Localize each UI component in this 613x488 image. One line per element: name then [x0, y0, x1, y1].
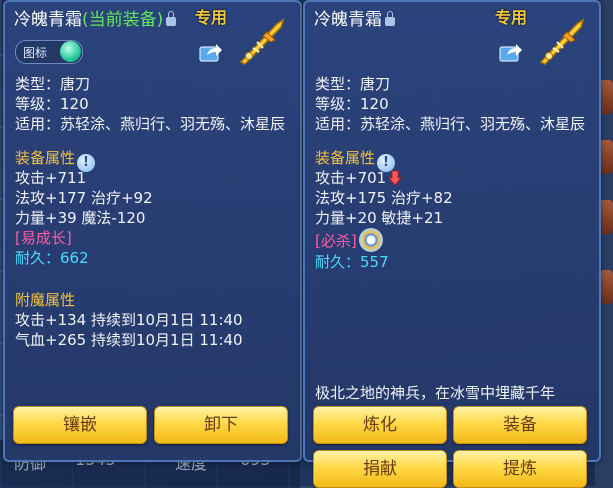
- item-details: 类型：唐刀 等级：120 适用：苏轻涂、燕归行、羽无殇、沐星辰 装备属性! 攻击…: [15, 74, 294, 350]
- attr-line: 攻击+701: [315, 168, 593, 188]
- attr-section-title: 装备属性!: [315, 148, 593, 172]
- toggle-knob-icon: [60, 41, 81, 62]
- type-line: 类型：唐刀: [315, 75, 391, 93]
- golden-sword-icon: [539, 18, 585, 65]
- enchant-line: 气血+265 持续到10月1日 11:40: [15, 331, 243, 349]
- inlay-button[interactable]: 镶嵌: [13, 406, 147, 444]
- special-trait: [易成长]: [15, 229, 72, 247]
- icon-toggle-label: 图标: [23, 46, 48, 60]
- item-name: 冷魄青霜: [314, 10, 382, 30]
- attr-line: 攻击+711: [15, 169, 87, 187]
- exclusive-label: 专用: [495, 8, 528, 27]
- donate-button[interactable]: 捐献: [313, 450, 447, 488]
- skill-swirl-icon[interactable]: [358, 228, 383, 252]
- enchant-line: 攻击+134 持续到10月1日 11:40: [15, 311, 243, 329]
- golden-sword-icon: [239, 18, 285, 65]
- item-title: 冷魄青霜(当前装备): [14, 5, 177, 30]
- level-line: 等级：120: [15, 95, 89, 113]
- enchant-section-title: 附魔属性: [15, 291, 76, 309]
- flavor-text: 极北之地的神兵，在冰雪中埋藏千年: [315, 384, 556, 402]
- attr-line: 法攻+175 治疗+82: [315, 189, 453, 207]
- attr-title-text: 装备属性: [315, 149, 376, 167]
- durability-line: 耐久：557: [315, 253, 389, 271]
- share-icon[interactable]: [499, 42, 523, 62]
- item-title: 冷魄青霜: [314, 5, 395, 30]
- share-icon[interactable]: [199, 42, 223, 62]
- refine-button[interactable]: 炼化: [313, 406, 447, 444]
- lock-icon: [385, 11, 395, 26]
- attr-line: 力量+20 敏捷+21: [315, 209, 444, 227]
- compare-item-tooltip: 冷魄青霜 专用 类型：唐刀 等级：120 适用：苏轻涂、燕归行、羽无殇、沐星辰 …: [303, 0, 601, 488]
- item-name: 冷魄青霜: [14, 10, 82, 30]
- type-line: 类型：唐刀: [15, 75, 91, 93]
- exclusive-label: 专用: [195, 8, 228, 27]
- special-trait: [必杀]: [315, 232, 357, 250]
- equip-button[interactable]: 装备: [453, 406, 587, 444]
- attr-line: 法攻+177 治疗+92: [15, 189, 153, 207]
- unequip-button[interactable]: 卸下: [154, 406, 288, 444]
- suitable-line: 适用：苏轻涂、燕归行、羽无殇、沐星辰: [15, 115, 286, 133]
- attr-section-title: 装备属性!: [15, 148, 294, 172]
- durability-line: 耐久：662: [15, 249, 89, 267]
- attack-value: 攻击+701: [315, 169, 387, 187]
- icon-toggle[interactable]: 图标: [15, 40, 83, 64]
- special-trait-row: [必杀]: [315, 228, 593, 252]
- lock-icon: [166, 11, 177, 26]
- current-equipped-tag: (当前装备): [82, 10, 164, 30]
- decrease-arrow-icon: [388, 170, 403, 186]
- suitable-line: 适用：苏轻涂、燕归行、羽无殇、沐星辰: [315, 115, 586, 133]
- level-line: 等级：120: [315, 95, 389, 113]
- attr-line: 力量+39 魔法-120: [15, 209, 146, 227]
- extract-button[interactable]: 提炼: [453, 450, 587, 488]
- item-details: 类型：唐刀 等级：120 适用：苏轻涂、燕归行、羽无殇、沐星辰 装备属性! 攻击…: [315, 74, 593, 272]
- equipped-item-tooltip: 冷魄青霜(当前装备) 专用 图标 类型：唐刀 等级：120 适用：苏轻涂、燕归行…: [3, 0, 302, 462]
- attr-title-text: 装备属性: [15, 149, 76, 167]
